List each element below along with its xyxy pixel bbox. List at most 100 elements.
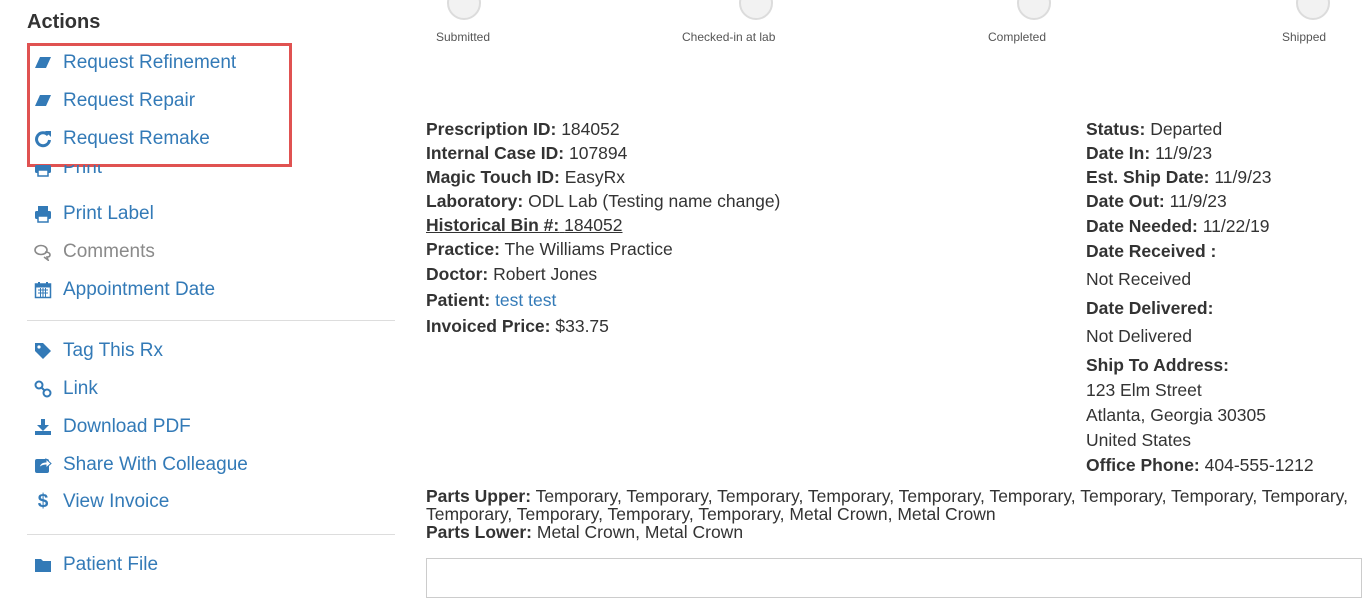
view-invoice-button[interactable]: $ View Invoice bbox=[32, 490, 170, 514]
step-completed-indicator bbox=[1017, 0, 1051, 20]
status-value: Departed bbox=[1150, 119, 1223, 139]
date-received-row: Date Received : bbox=[1086, 241, 1216, 261]
ship-to-line1: 123 Elm Street bbox=[1086, 380, 1202, 400]
ship-to-line3: United States bbox=[1086, 430, 1192, 450]
notes-box[interactable] bbox=[426, 558, 1362, 598]
magic-touch-id-label: Magic Touch ID: bbox=[426, 167, 560, 187]
magic-touch-id-row: Magic Touch ID: EasyRx bbox=[426, 167, 625, 187]
date-needed-value: 11/22/19 bbox=[1202, 216, 1270, 236]
share-with-colleague-button[interactable]: Share With Colleague bbox=[32, 453, 248, 477]
link-label: Link bbox=[63, 378, 98, 399]
step-shipped-label: Shipped bbox=[1282, 30, 1327, 44]
parts-section: Parts Upper: Temporary, Temporary, Tempo… bbox=[426, 487, 1361, 541]
historical-bin-label: Historical Bin #: bbox=[426, 215, 560, 235]
appointment-date-label: Appointment Date bbox=[63, 279, 216, 300]
eraser-icon bbox=[32, 52, 54, 74]
date-in-label: Date In: bbox=[1086, 143, 1151, 163]
date-delivered-value: Not Delivered bbox=[1086, 326, 1193, 346]
date-needed-row: Date Needed: 11/22/19 bbox=[1086, 216, 1270, 236]
doctor-row: Doctor: Robert Jones bbox=[426, 264, 597, 284]
laboratory-label: Laboratory: bbox=[426, 191, 524, 211]
parts-lower-row: Parts Lower: Metal Crown, Metal Crown bbox=[426, 523, 1361, 541]
comments-button[interactable]: Comments bbox=[32, 240, 155, 264]
office-phone-value: 404-555-1212 bbox=[1204, 455, 1314, 475]
patient-file-button[interactable]: Patient File bbox=[32, 553, 158, 577]
parts-lower-value: Metal Crown, Metal Crown bbox=[536, 522, 744, 542]
doctor-value: Robert Jones bbox=[493, 264, 598, 284]
date-delivered-row: Date Delivered: bbox=[1086, 298, 1213, 318]
print-label-button[interactable]: Print Label bbox=[32, 202, 154, 226]
link-icon bbox=[32, 378, 54, 400]
appointment-date-button[interactable]: Appointment Date bbox=[32, 278, 215, 302]
invoiced-price-value: $33.75 bbox=[555, 316, 609, 336]
internal-case-id-value: 107894 bbox=[568, 143, 628, 163]
step-submitted-indicator bbox=[447, 0, 481, 20]
tag-icon bbox=[32, 340, 54, 362]
date-needed-label: Date Needed: bbox=[1086, 216, 1198, 236]
patient-link[interactable]: test test bbox=[495, 290, 556, 310]
invoiced-price-label: Invoiced Price: bbox=[426, 316, 551, 336]
laboratory-row: Laboratory: ODL Lab (Testing name change… bbox=[426, 191, 780, 211]
patient-label: Patient: bbox=[426, 290, 491, 310]
download-icon bbox=[32, 416, 54, 438]
prescription-id-label: Prescription ID: bbox=[426, 119, 557, 139]
sidebar-divider bbox=[27, 320, 395, 321]
parts-lower-label: Parts Lower: bbox=[426, 522, 532, 542]
actions-sidebar: Actions Request Refinement Request Repai… bbox=[0, 0, 400, 578]
date-delivered-label: Date Delivered: bbox=[1086, 298, 1214, 318]
status-row: Status: Departed bbox=[1086, 119, 1222, 139]
parts-upper-label: Parts Upper: bbox=[426, 486, 532, 506]
date-out-row: Date Out: 11/9/23 bbox=[1086, 191, 1227, 211]
practice-value: The Williams Practice bbox=[504, 239, 673, 259]
doctor-label: Doctor: bbox=[426, 264, 489, 284]
practice-row: Practice: The Williams Practice bbox=[426, 239, 673, 259]
date-received-label: Date Received : bbox=[1086, 241, 1217, 261]
laboratory-value: ODL Lab (Testing name change) bbox=[528, 191, 781, 211]
est-ship-date-label: Est. Ship Date: bbox=[1086, 167, 1210, 187]
date-in-row: Date In: 11/9/23 bbox=[1086, 143, 1212, 163]
step-checked-in-label: Checked-in at lab bbox=[682, 30, 776, 44]
request-remake-label: Request Remake bbox=[63, 128, 210, 149]
ship-to-line2: Atlanta, Georgia 30305 bbox=[1086, 405, 1266, 425]
date-in-value: 11/9/23 bbox=[1155, 143, 1213, 163]
redo-icon bbox=[32, 128, 54, 150]
download-pdf-button[interactable]: Download PDF bbox=[32, 415, 191, 439]
print-icon bbox=[32, 203, 54, 225]
request-refinement-button[interactable]: Request Refinement bbox=[32, 51, 236, 75]
parts-upper-row: Parts Upper: Temporary, Temporary, Tempo… bbox=[426, 487, 1361, 523]
internal-case-id-row: Internal Case ID: 107894 bbox=[426, 143, 627, 163]
ship-to-row: Ship To Address: bbox=[1086, 355, 1229, 375]
parts-upper-value: Temporary, Temporary, Temporary, Tempora… bbox=[426, 486, 1348, 524]
download-pdf-label: Download PDF bbox=[63, 416, 191, 437]
tag-this-rx-button[interactable]: Tag This Rx bbox=[32, 339, 163, 363]
ship-to-label: Ship To Address: bbox=[1086, 355, 1229, 375]
step-checked-in-indicator bbox=[739, 0, 773, 20]
step-completed-label: Completed bbox=[988, 30, 1047, 44]
patient-file-label: Patient File bbox=[63, 554, 159, 575]
tag-this-rx-label: Tag This Rx bbox=[63, 340, 163, 361]
request-refinement-label: Request Refinement bbox=[63, 52, 237, 73]
dollar-icon: $ bbox=[37, 491, 49, 512]
internal-case-id-label: Internal Case ID: bbox=[426, 143, 565, 163]
office-phone-label: Office Phone: bbox=[1086, 455, 1200, 475]
request-repair-button[interactable]: Request Repair bbox=[32, 89, 195, 113]
share-with-colleague-label: Share With Colleague bbox=[63, 454, 248, 475]
historical-bin-value: 184052 bbox=[564, 215, 623, 235]
actions-title: Actions bbox=[27, 11, 101, 33]
print-button[interactable]: Print bbox=[32, 165, 102, 179]
est-ship-date-row: Est. Ship Date: 11/9/23 bbox=[1086, 167, 1271, 187]
step-submitted-label: Submitted bbox=[436, 30, 491, 44]
status-label: Status: bbox=[1086, 119, 1146, 139]
patient-row: Patient: test test bbox=[426, 290, 556, 310]
date-received-value: Not Received bbox=[1086, 269, 1192, 289]
request-remake-button[interactable]: Request Remake bbox=[32, 127, 210, 151]
historical-bin-link[interactable]: Historical Bin #: 184052 bbox=[426, 215, 623, 235]
request-repair-label: Request Repair bbox=[63, 90, 196, 111]
comments-icon bbox=[32, 241, 54, 263]
folder-icon bbox=[32, 554, 54, 576]
invoiced-price-row: Invoiced Price: $33.75 bbox=[426, 316, 609, 336]
comments-label: Comments bbox=[63, 241, 155, 262]
link-button[interactable]: Link bbox=[32, 377, 98, 401]
prescription-id-value: 184052 bbox=[561, 119, 620, 139]
share-icon bbox=[32, 454, 54, 476]
